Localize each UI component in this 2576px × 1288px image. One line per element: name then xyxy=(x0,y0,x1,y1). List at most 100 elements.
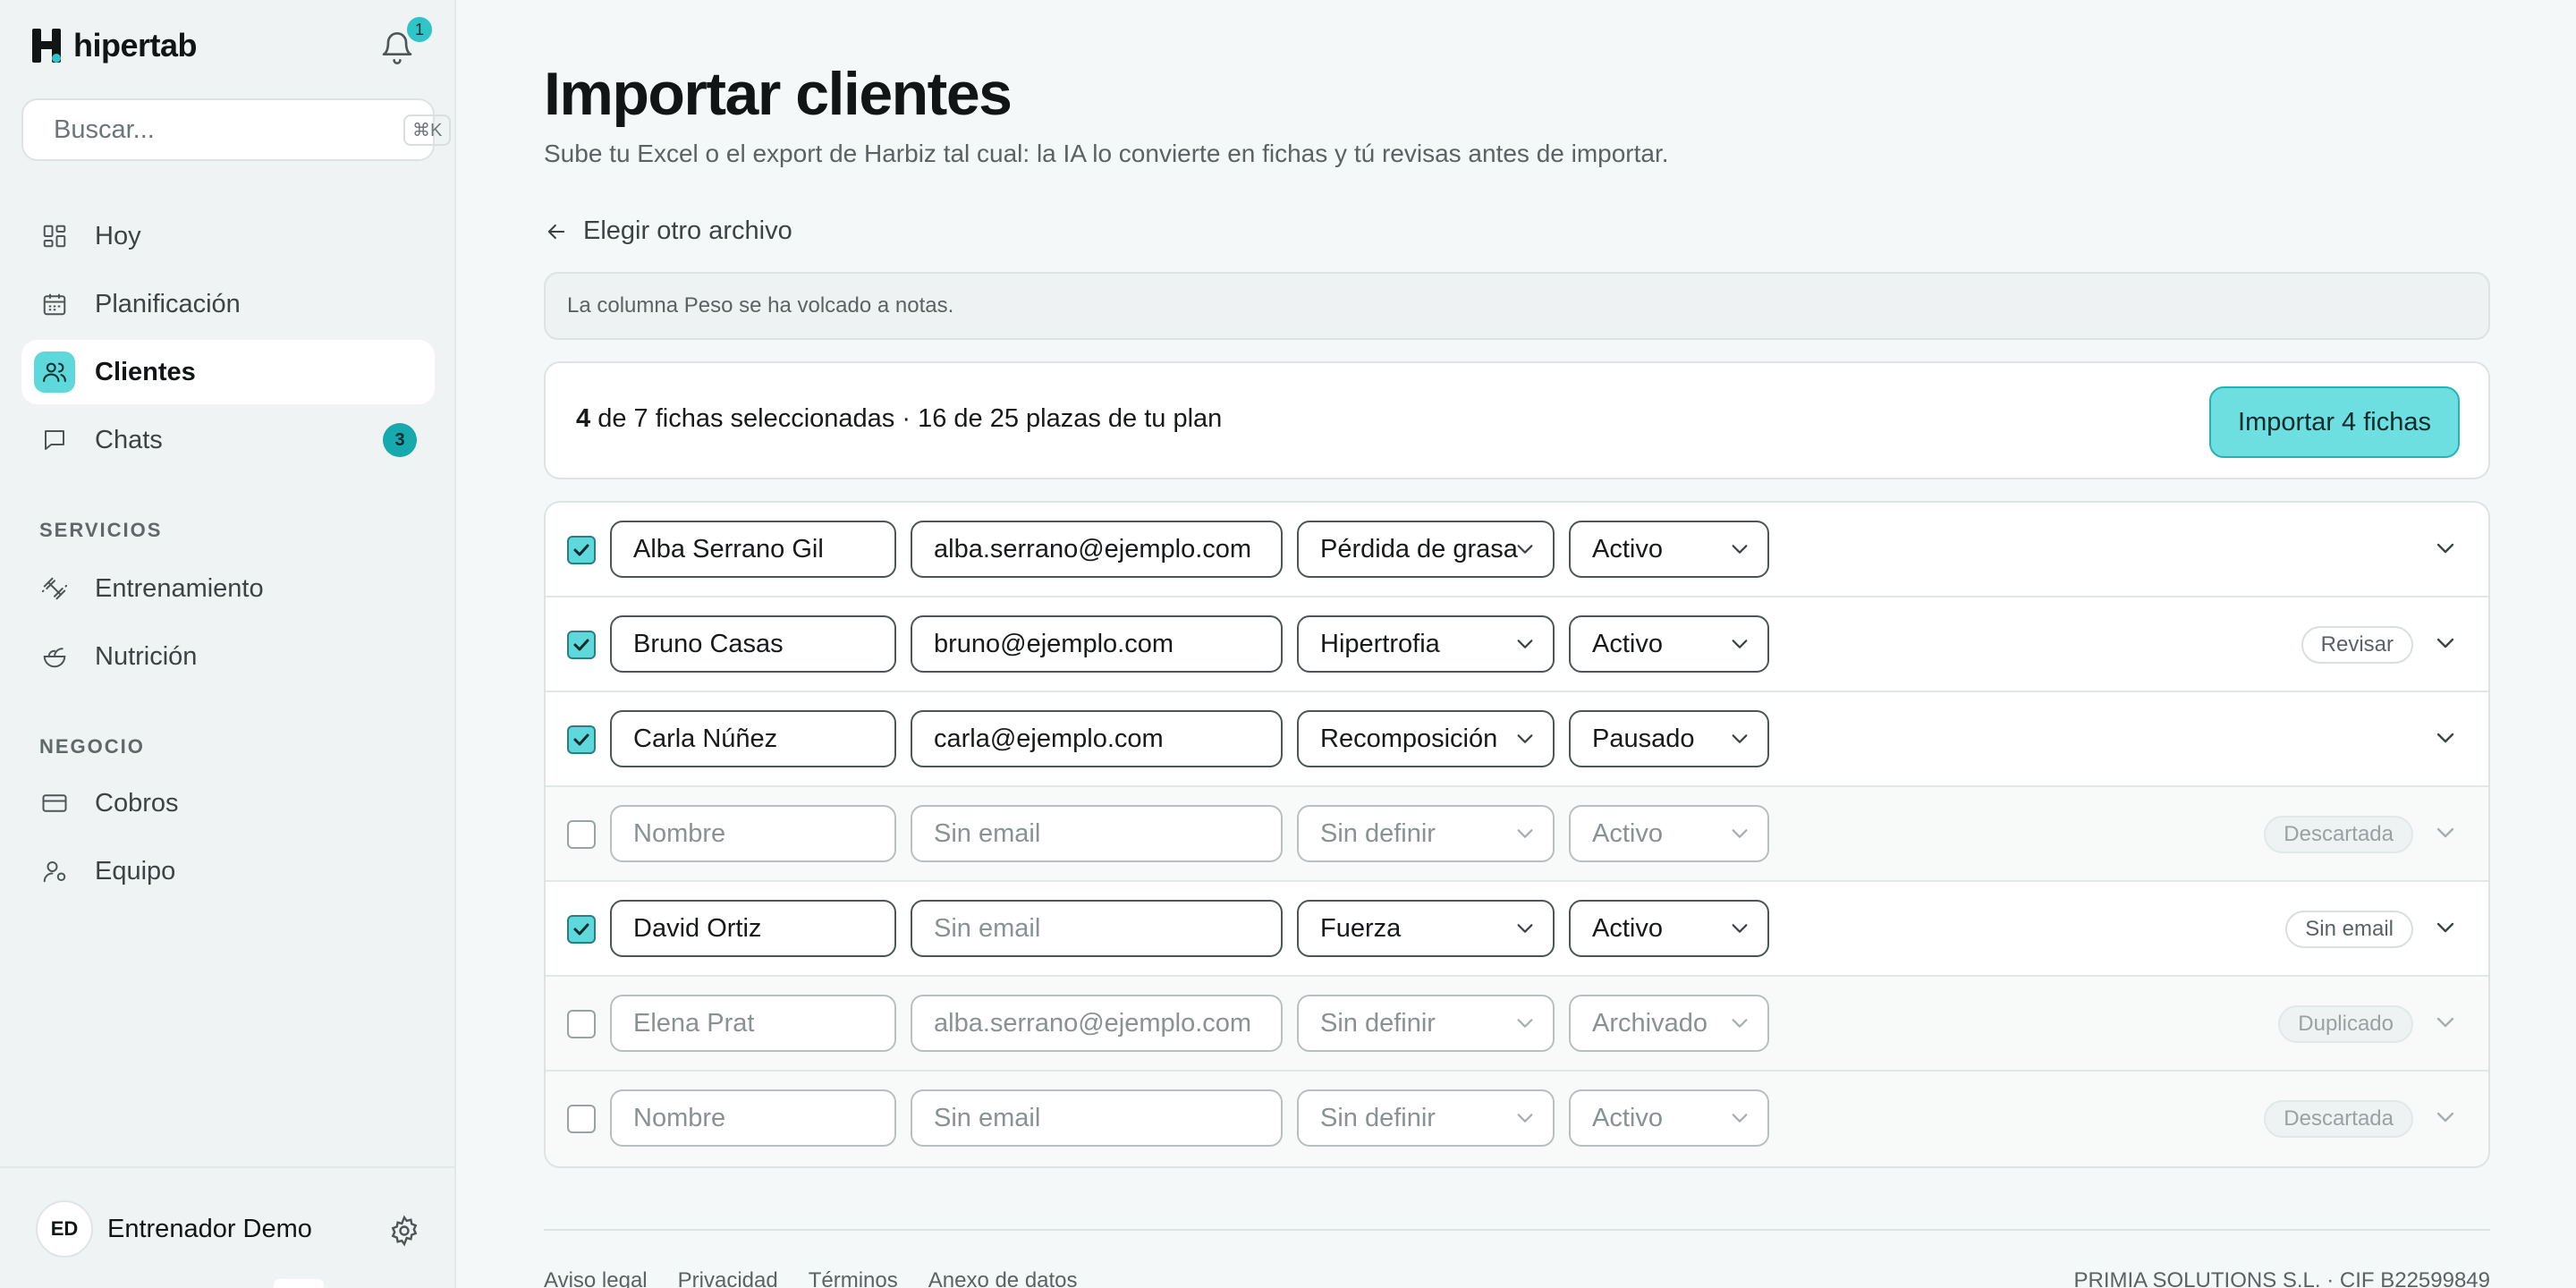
name-input[interactable]: Elena Prat xyxy=(610,995,896,1052)
sidebar-item-label: Nutrición xyxy=(95,641,198,671)
chats-count-badge: 3 xyxy=(383,423,417,457)
chevron-down-icon xyxy=(1517,829,1533,838)
selection-summary: 4 de 7 fichas seleccionadas · 16 de 25 p… xyxy=(544,361,2490,479)
chevron-down-icon xyxy=(1517,1019,1533,1028)
status-select[interactable]: Pausado xyxy=(1569,710,1769,767)
goal-value: Sin definir xyxy=(1320,1008,1436,1038)
footer-links: Aviso legal Privacidad Términos Anexo de… xyxy=(544,1268,1078,1288)
client-row: Nombre Sin email Sin definir Activo Descarta… xyxy=(546,1072,2488,1166)
page-subtitle: Sube tu Excel o el export de Harbiz tal … xyxy=(544,140,1669,167)
row-status-tag: Descartada xyxy=(2264,816,2413,853)
email-input[interactable]: Sin email xyxy=(911,1089,1283,1147)
goal-value: Recomposición xyxy=(1320,724,1498,753)
plan-usage: 16 de 25 plazas de tu plan xyxy=(918,404,1223,433)
goal-select[interactable]: Sin definir xyxy=(1297,805,1555,862)
status-select[interactable]: Activo xyxy=(1569,615,1769,673)
row-checkbox[interactable] xyxy=(567,820,596,849)
client-list: Alba Serrano Gil alba.serrano@ejemplo.com… xyxy=(544,501,2490,1168)
sidebar-item-chats[interactable]: Chats 3 xyxy=(21,408,435,472)
footer-link-privacidad[interactable]: Privacidad xyxy=(678,1268,778,1288)
email-input[interactable]: carla@ejemplo.com xyxy=(911,710,1283,767)
brand[interactable]: hipertab xyxy=(32,27,198,64)
goal-select[interactable]: Sin definir xyxy=(1297,995,1555,1052)
chevron-down-icon xyxy=(2436,638,2454,648)
row-checkbox[interactable] xyxy=(567,725,596,754)
row-checkbox[interactable] xyxy=(567,915,596,944)
email-input[interactable]: alba.serrano@ejemplo.com xyxy=(911,521,1283,578)
email-input[interactable]: alba.serrano@ejemplo.com xyxy=(911,995,1283,1052)
search-input[interactable] xyxy=(54,114,391,145)
row-checkbox[interactable] xyxy=(567,1105,596,1133)
chevron-down-icon xyxy=(2436,1017,2454,1028)
goal-value: Sin definir xyxy=(1320,1103,1436,1132)
sidebar: hipertab 1 ⌘K Hoy Planificación Clientes… xyxy=(0,0,456,1288)
import-button[interactable]: Importar 4 fichas xyxy=(2209,386,2460,458)
goal-value: Sin definir xyxy=(1320,818,1436,848)
client-row: Elena Prat alba.serrano@ejemplo.com Sin de… xyxy=(546,977,2488,1072)
scroll-handle xyxy=(274,1279,324,1288)
check-icon xyxy=(573,544,589,556)
footer-link-terminos[interactable]: Términos xyxy=(809,1268,898,1288)
footer-link-aviso-legal[interactable]: Aviso legal xyxy=(544,1268,648,1288)
summary-text: 4 de 7 fichas seleccionadas · 16 de 25 p… xyxy=(576,404,1222,434)
client-row: David Ortiz Sin email Fuerza Activo Sin emai… xyxy=(546,882,2488,977)
goal-select[interactable]: Recomposición xyxy=(1297,710,1555,767)
chevron-down-icon xyxy=(2436,543,2454,554)
credit-card-icon xyxy=(34,783,75,824)
services-nav: Entrenamiento Nutrición xyxy=(21,556,435,692)
status-select[interactable]: Archivado xyxy=(1569,995,1769,1052)
client-row: Carla Núñez carla@ejemplo.com Recomposició… xyxy=(546,692,2488,787)
email-input[interactable]: Sin email xyxy=(911,805,1283,862)
client-row: Alba Serrano Gil alba.serrano@ejemplo.com… xyxy=(546,503,2488,597)
section-label-servicios: SERVICIOS xyxy=(39,519,163,541)
selected-count: 4 xyxy=(576,404,591,433)
email-input[interactable]: Sin email xyxy=(911,900,1283,957)
name-input[interactable]: Alba Serrano Gil xyxy=(610,521,896,578)
chevron-down-icon xyxy=(2436,827,2454,838)
name-input[interactable]: Carla Núñez xyxy=(610,710,896,767)
status-select[interactable]: Activo xyxy=(1569,521,1769,578)
email-input[interactable]: bruno@ejemplo.com xyxy=(911,615,1283,673)
goal-select[interactable]: Hipertrofia xyxy=(1297,615,1555,673)
name-input[interactable]: David Ortiz xyxy=(610,900,896,957)
avatar[interactable]: ED xyxy=(36,1200,93,1258)
chevron-down-icon xyxy=(2436,1112,2454,1123)
row-checkbox[interactable] xyxy=(567,536,596,564)
notice-text: La columna Peso se ha volcado a notas. xyxy=(567,293,954,318)
goal-select[interactable]: Pérdida de grasa xyxy=(1297,521,1555,578)
row-checkbox[interactable] xyxy=(567,1010,596,1038)
status-select[interactable]: Activo xyxy=(1569,1089,1769,1147)
sidebar-item-equipo[interactable]: Equipo xyxy=(21,839,435,903)
sidebar-item-hoy[interactable]: Hoy xyxy=(21,204,435,268)
user-name[interactable]: Entrenador Demo xyxy=(107,1215,312,1244)
footer-link-anexo[interactable]: Anexo de datos xyxy=(928,1268,1078,1288)
sidebar-item-cobros[interactable]: Cobros xyxy=(21,771,435,835)
name-input[interactable]: Nombre xyxy=(610,1089,896,1147)
choose-other-file-link[interactable]: Elegir otro archivo xyxy=(544,216,792,246)
dashboard-icon xyxy=(34,216,75,257)
calendar-icon xyxy=(34,284,75,325)
sidebar-item-entrenamiento[interactable]: Entrenamiento xyxy=(21,556,435,621)
sidebar-footer: ED Entrenador Demo xyxy=(0,1166,454,1288)
search-box[interactable]: ⌘K xyxy=(21,98,452,161)
chevron-down-icon xyxy=(1732,734,1748,743)
sidebar-item-clientes[interactable]: Clientes xyxy=(21,340,435,404)
chevron-down-icon xyxy=(1732,829,1748,838)
goal-select[interactable]: Fuerza xyxy=(1297,900,1555,957)
status-select[interactable]: Activo xyxy=(1569,805,1769,862)
logo-icon xyxy=(32,29,61,63)
search-shortcut: ⌘K xyxy=(403,114,452,146)
check-icon xyxy=(573,733,589,746)
name-input[interactable]: Bruno Casas xyxy=(610,615,896,673)
row-checkbox[interactable] xyxy=(567,631,596,659)
goal-select[interactable]: Sin definir xyxy=(1297,1089,1555,1147)
status-value: Pausado xyxy=(1592,724,1695,753)
gear-icon[interactable] xyxy=(388,1215,420,1247)
sidebar-item-planificacion[interactable]: Planificación xyxy=(21,272,435,336)
status-value: Activo xyxy=(1592,913,1663,943)
status-select[interactable]: Activo xyxy=(1569,900,1769,957)
business-nav: Cobros Equipo xyxy=(21,771,435,907)
sidebar-item-nutricion[interactable]: Nutrición xyxy=(21,624,435,689)
name-input[interactable]: Nombre xyxy=(610,805,896,862)
users-icon xyxy=(34,352,75,393)
